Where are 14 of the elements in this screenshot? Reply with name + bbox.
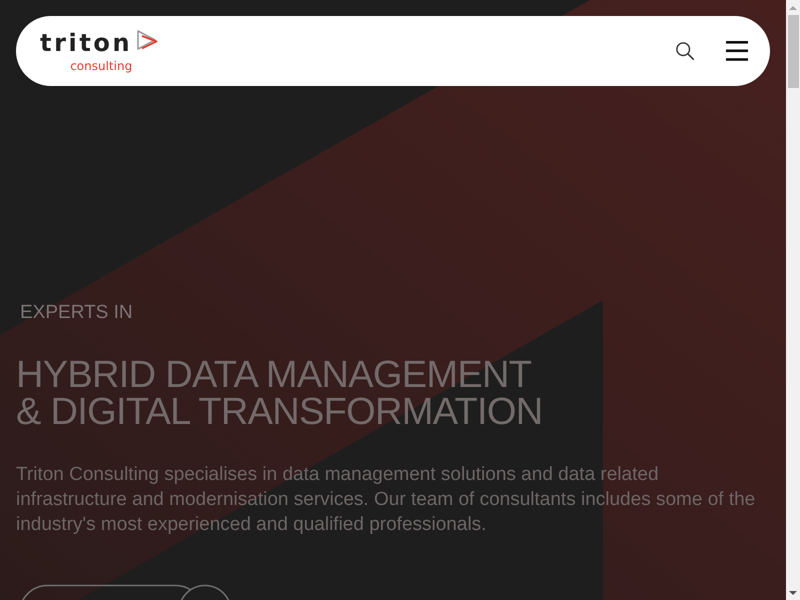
menu-button[interactable] bbox=[726, 41, 748, 61]
hero-description: Triton Consulting specialises in data management solutions and data related infrastructure and modernisation services. Our team of consultants includes some of the industry's most experienced and qualified professionals. bbox=[16, 463, 756, 537]
scroll-down-arrow-icon[interactable] bbox=[789, 590, 797, 594]
search-button[interactable] bbox=[676, 42, 694, 60]
logo-tagline: consulting bbox=[70, 58, 132, 72]
search-icon bbox=[676, 42, 694, 60]
eyebrow-text: EXPERTS IN bbox=[19, 302, 134, 324]
play-triangle-icon bbox=[136, 30, 158, 50]
scrollbar[interactable] bbox=[786, 0, 800, 600]
logo-wordmark: triton bbox=[40, 30, 132, 56]
menu-icon bbox=[726, 41, 748, 61]
hero-heading: HYBRID DATA MANAGEMENT & DIGITAL TRANSFORMATION bbox=[16, 357, 544, 431]
scrollbar-thumb[interactable] bbox=[788, 15, 798, 88]
scroll-up-arrow-icon[interactable] bbox=[789, 6, 797, 10]
